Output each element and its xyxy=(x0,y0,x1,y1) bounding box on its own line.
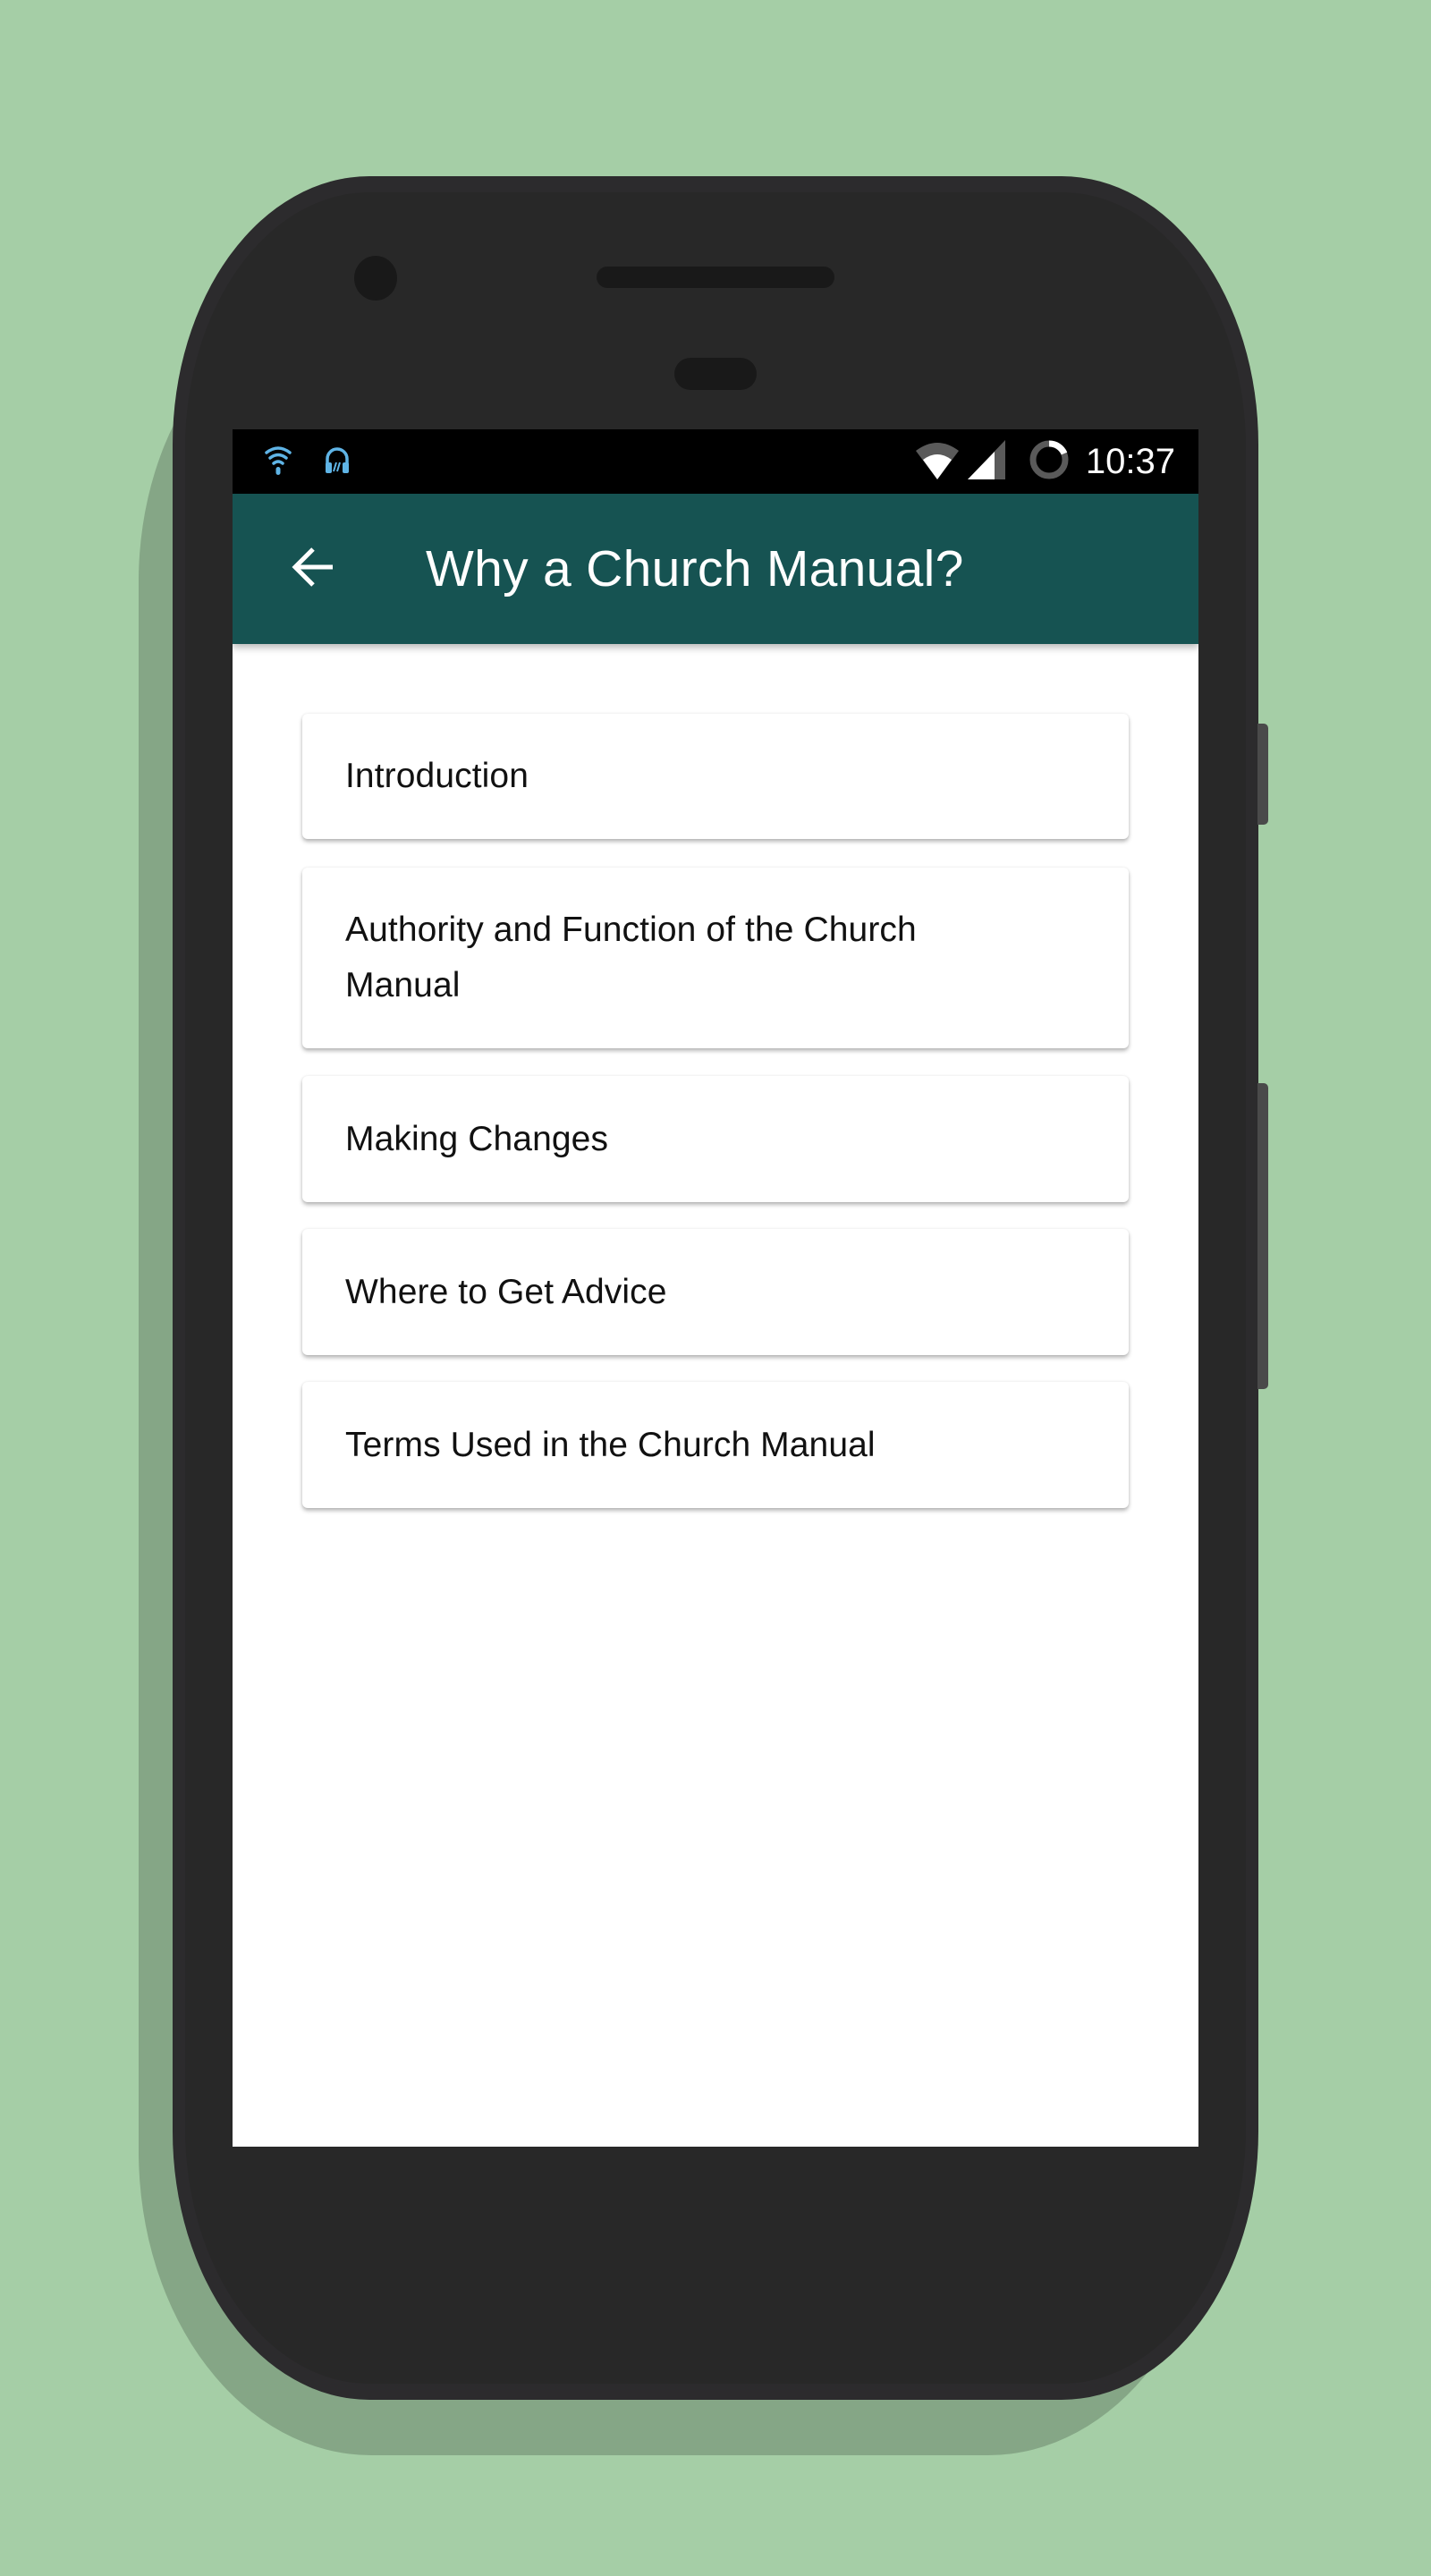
section-card-making-changes[interactable]: Making Changes xyxy=(302,1076,1129,1202)
section-card-terms-used[interactable]: Terms Used in the Church Manual xyxy=(302,1382,1129,1508)
section-label: Terms Used in the Church Manual xyxy=(345,1425,876,1464)
battery-charging-icon xyxy=(1029,439,1070,485)
page-title: Why a Church Manual? xyxy=(426,540,964,597)
section-label: Where to Get Advice xyxy=(345,1272,667,1311)
section-card-introduction[interactable]: Introduction xyxy=(302,714,1129,839)
screen: 10:37 Why a Church Manual? Introduction … xyxy=(233,429,1198,2147)
cell-signal-icon xyxy=(967,439,1005,484)
proximity-sensor xyxy=(674,358,757,390)
earpiece-speaker xyxy=(597,267,834,288)
volume-button xyxy=(1257,1083,1268,1389)
wifi-icon xyxy=(265,444,292,480)
section-card-where-to-get-advice[interactable]: Where to Get Advice xyxy=(302,1229,1129,1355)
app-bar: Why a Church Manual? xyxy=(233,494,1198,644)
section-label: Introduction xyxy=(345,757,529,795)
wifi-signal-icon xyxy=(915,440,959,484)
section-card-authority-and-function[interactable]: Authority and Function of the Church Man… xyxy=(302,868,1129,1048)
section-label: Making Changes xyxy=(345,1119,609,1158)
section-list: Introduction Authority and Function of t… xyxy=(233,644,1198,2147)
power-button xyxy=(1257,724,1268,825)
section-label: Authority and Function of the Church Man… xyxy=(345,911,917,1004)
status-clock: 10:37 xyxy=(1085,441,1175,481)
front-camera xyxy=(354,256,397,301)
headset-icon xyxy=(324,445,351,479)
back-button[interactable] xyxy=(274,530,352,608)
status-bar: 10:37 xyxy=(233,429,1198,494)
arrow-left-icon xyxy=(290,544,336,595)
